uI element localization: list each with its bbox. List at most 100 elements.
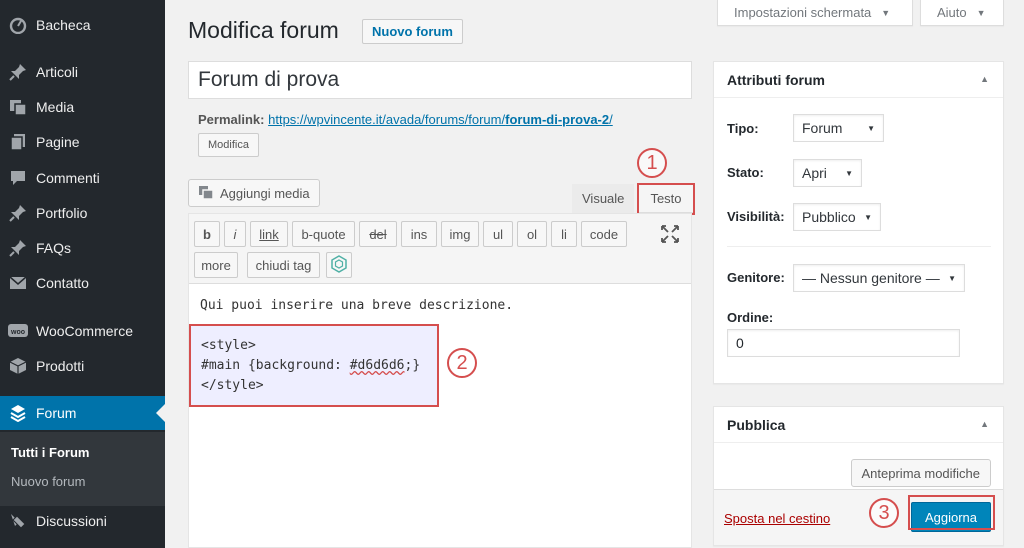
discussion-icon [8,511,28,531]
fullscreen-icon[interactable] [660,224,680,244]
sidebar-item-label: Media [36,99,75,115]
permalink: Permalink: https://wpvincente.it/avada/f… [198,112,613,127]
pin-icon [8,203,28,223]
order-label: Ordine: [727,310,774,325]
permalink-edit-button[interactable]: Modifica [198,133,259,157]
highlight-text-tab [637,183,695,215]
sidebar-item-label: Forum [36,405,77,421]
sidebar-item-woocommerce[interactable]: woo WooCommerce [0,314,165,348]
style-open-tag: <style> [201,338,256,353]
page-title: Modifica forum [188,17,339,43]
sidebar-item-media[interactable]: Media [0,90,165,124]
style-rule-post: ;} [404,358,421,373]
pin-icon [8,62,28,82]
quicktag-link-button[interactable]: link [250,221,288,247]
quicktags-toolbar: b i link b-quote del ins img ul ol li co… [189,214,691,284]
sidebar-item-label: Pagine [36,134,80,150]
editor-content-text[interactable]: Qui puoi inserire una breve descrizione. [200,296,513,316]
plugin-cube-button[interactable] [326,252,352,278]
type-label: Tipo: [727,121,759,136]
media-icon [8,97,28,117]
quicktag-ins-button[interactable]: ins [401,221,437,247]
box-icon [8,356,28,376]
post-title-input[interactable] [188,61,692,99]
cube-icon [330,254,348,276]
screen-options-button[interactable]: Impostazioni schermata ▼ [717,0,913,26]
add-media-label: Aggiungi media [220,185,310,201]
caret-down-icon: ▼ [845,168,853,178]
publish-header[interactable]: Pubblica ▲ [714,407,1003,443]
submenu-item-new-forum[interactable]: Nuovo forum [11,474,85,489]
forum-icon [8,403,28,423]
comment-icon [8,168,28,188]
visibility-value: Pubblico [802,209,856,225]
sidebar-item-label: Portfolio [36,205,88,221]
permalink-link[interactable]: https://wpvincente.it/avada/forums/forum… [268,112,613,127]
quicktag-code-button[interactable]: code [581,221,627,247]
sidebar-item-discussioni[interactable]: Discussioni [0,504,165,538]
sidebar-item-commenti[interactable]: Commenti [0,161,165,195]
pages-icon [8,132,28,152]
sidebar-item-pagine[interactable]: Pagine [0,125,165,159]
sidebar-item-label: WooCommerce [36,323,133,339]
media-icon [198,184,214,203]
forum-attributes-header[interactable]: Attributi forum ▲ [714,62,1003,98]
parent-label: Genitore: [727,270,785,285]
submenu-item-all-forums[interactable]: Tutti i Forum [11,445,89,460]
style-code-block[interactable]: <style> #main {background: #d6d6d6;} </s… [189,324,439,407]
quicktag-li-button[interactable]: li [551,221,577,247]
status-select[interactable]: Apri ▼ [793,159,862,187]
move-to-trash-link[interactable]: Sposta nel cestino [724,511,830,526]
callout-1: 1 [637,148,667,178]
tab-visual[interactable]: Visuale [572,184,635,213]
envelope-icon [8,273,28,293]
sidebar-item-portfolio[interactable]: Portfolio [0,196,165,230]
forum-attributes-box: Attributi forum ▲ Tipo: Forum ▼ Stato: A… [713,61,1004,384]
callout-3: 3 [869,498,899,528]
style-rule-hex: #d6d6d6 [349,358,405,373]
quicktag-more-button[interactable]: more [194,252,238,278]
add-new-forum-button[interactable]: Nuovo forum [362,19,463,44]
quicktag-ul-button[interactable]: ul [483,221,513,247]
quicktag-blockquote-button[interactable]: b-quote [292,221,355,247]
pin-icon [8,238,28,258]
sidebar-item-label: Prodotti [36,358,85,374]
help-label: Aiuto [937,5,967,20]
style-rule-pre: #main {background: [201,358,350,373]
preview-changes-button[interactable]: Anteprima modifiche [850,459,991,487]
caret-down-icon: ▼ [948,273,956,283]
collapse-up-icon[interactable]: ▲ [980,419,989,429]
sidebar-item-articoli[interactable]: Articoli [0,55,165,89]
caret-down-icon: ▼ [976,7,986,18]
permalink-tail: / [609,112,613,127]
svg-text:woo: woo [10,329,25,336]
quicktag-img-button[interactable]: img [441,221,479,247]
quicktag-ol-button[interactable]: ol [517,221,547,247]
type-select[interactable]: Forum ▼ [793,114,884,142]
highlight-update-button [908,495,995,530]
sidebar-item-bacheca[interactable]: Bacheca [0,8,165,42]
status-value: Apri [802,165,827,181]
collapse-up-icon[interactable]: ▲ [980,74,989,84]
help-button[interactable]: Aiuto ▼ [920,0,1004,26]
parent-select[interactable]: — Nessun genitore — ▼ [793,264,965,292]
quicktag-del-button[interactable]: del [359,221,397,247]
sidebar-item-label: FAQs [36,240,72,256]
visibility-select[interactable]: Pubblico ▼ [793,203,881,231]
type-value: Forum [802,120,843,136]
add-media-button[interactable]: Aggiungi media [188,179,320,207]
quicktag-bold-button[interactable]: b [194,221,220,247]
sidebar-item-label: Contatto [36,275,89,291]
caret-down-icon: ▼ [881,7,891,18]
sidebar-item-label: Bacheca [36,17,91,33]
sidebar-item-contatto[interactable]: Contatto [0,266,165,300]
sidebar-item-faqs[interactable]: FAQs [0,231,165,265]
callout-2: 2 [447,348,477,378]
sidebar-item-forum[interactable]: Forum [0,396,165,430]
sidebar-item-prodotti[interactable]: Prodotti [0,349,165,383]
text-editor: b i link b-quote del ins img ul ol li co… [188,213,692,548]
quicktag-close-tags-button[interactable]: chiudi tag [247,252,320,278]
quicktag-italic-button[interactable]: i [224,221,246,247]
parent-value: — Nessun genitore — [802,270,940,286]
order-input[interactable]: 0 [727,329,960,357]
